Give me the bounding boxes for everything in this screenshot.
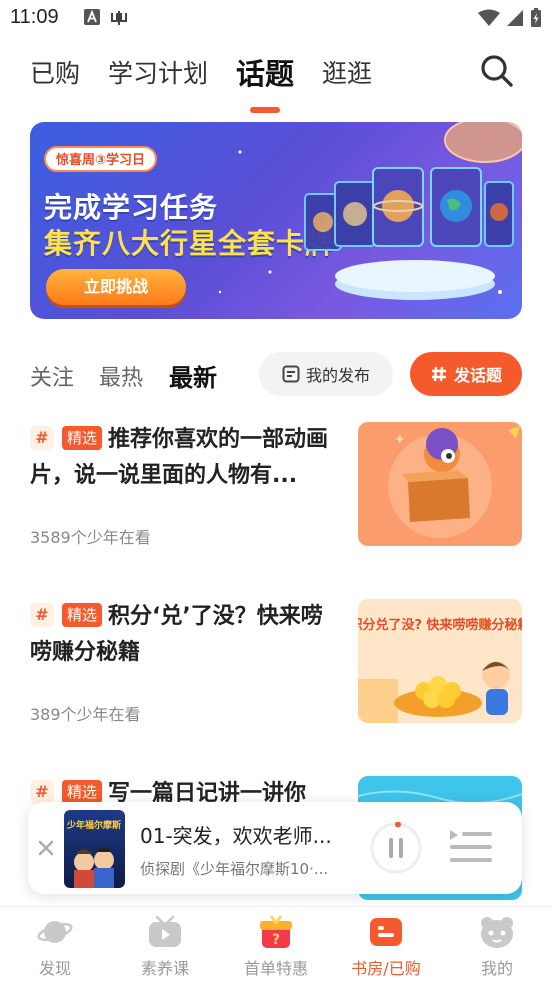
nav-me[interactable]: 我的 [442,915,552,979]
nav-literacy-course[interactable]: 素养课 [110,915,220,979]
top-tabs: 已购 学习计划 话题 逛逛 [30,51,400,113]
notification-a-icon [84,9,100,25]
banner-headline: 完成学习任务 [44,191,219,224]
gift-box-icon: ? [260,915,292,948]
featured-badge: 精选 [62,780,103,804]
banner-event-tag: 惊喜周③学习日 [44,146,158,172]
topic-viewer-count: 389个少年在看 [30,705,141,724]
tab-topics[interactable]: 话题 [236,51,294,113]
close-icon[interactable] [36,838,56,858]
filter-latest[interactable]: 最新 [169,358,217,393]
wifi-icon [478,9,500,26]
promo-banner[interactable]: 惊喜周③学习日 完成学习任务 集齐八大行星全套卡牌 立即挑战 [30,122,522,319]
new-topic-label: 发话题 [453,366,502,385]
tab-study-plan[interactable]: 学习计划 [108,54,208,90]
my-posts-label: 我的发布 [305,366,370,385]
hashtag-icon: # [30,426,54,450]
featured-badge: 精选 [62,603,103,627]
nav-discover[interactable]: 发现 [0,915,110,979]
album-cover-title: 少年福尔摩斯 [66,819,121,831]
my-posts-button[interactable]: 我的发布 [259,352,393,396]
status-time: 11:09 [10,6,59,28]
topic-title: # 精选 推荐你喜欢的一部动画片，说一说里面的人物有... [30,422,340,494]
document-icon [282,365,300,383]
nav-first-order-deal[interactable]: ? 首单特惠 [221,915,331,979]
battery-icon [531,8,541,27]
planet-cards-illustration [304,167,514,300]
topic-title: # 精选 积分‘兑’了没？快来唠唠赚分秘籍 [30,599,340,671]
planet-icon [37,921,73,943]
profile-avatar-icon [481,917,513,948]
topic-filter-bar: 关注 最热 最新 我的发布 发话题 [30,352,522,396]
album-cover-art: 少年福尔摩斯 [66,819,121,888]
search-icon[interactable] [480,54,514,88]
topic-thumbnail-image: ✦ [358,422,522,546]
hashtag-icon: # [30,780,54,804]
album-cover-image[interactable]: 少年福尔摩斯 [64,810,125,888]
status-notification-icons [84,9,128,27]
signal-icon [507,10,523,26]
audio-mini-player[interactable]: 少年福尔摩斯 01-突发，欢欢老师... 侦探剧《少年福尔摩斯10·... [28,802,522,894]
topic-item[interactable]: # 精选 推荐你喜欢的一部动画片，说一说里面的人物有... 3589个少年在看 ✦ [30,422,522,547]
bottom-navigation: 发现 素养课 ? 首单特惠 书房/已购 我的 [0,906,552,981]
nav-label: 书房/已购 [351,959,421,978]
playlist-icon[interactable] [448,826,494,866]
new-topic-button[interactable]: 发话题 [410,352,522,396]
nav-label: 我的 [480,959,513,978]
tv-icon [149,915,181,947]
pause-icon[interactable] [370,822,422,874]
topic-item[interactable]: # 精选 积分‘兑’了没？快来唠唠赚分秘籍 389个少年在看 积分兑了没? 快来唠唠… [30,599,522,724]
topic-viewer-count: 3589个少年在看 [30,528,151,547]
track-title: 01-突发，欢欢老师... [140,824,332,848]
hashtag-icon: # [30,603,54,627]
topic-thumbnail-image: 积分兑了没? 快来唠唠赚分秘籍 [358,599,522,723]
nav-label: 素养课 [140,959,189,978]
tab-purchased[interactable]: 已购 [30,54,80,90]
notification-app-icon [111,11,127,25]
filter-hottest[interactable]: 最热 [99,360,143,392]
track-subtitle: 侦探剧《少年福尔摩斯10·... [140,860,329,878]
tab-browse[interactable]: 逛逛 [322,54,372,90]
nav-label: 首单特惠 [243,959,308,978]
nav-study-room[interactable]: 书房/已购 [331,915,441,979]
svg-text:✦: ✦ [394,432,406,448]
filter-following[interactable]: 关注 [30,360,74,392]
svg-text:?: ? [272,932,280,948]
topic-thumbnail-text: 积分兑了没? 快来唠唠赚分秘籍 [358,617,522,633]
hashtag-icon [431,366,446,382]
status-bar: 11:09 [0,0,552,40]
banner-challenge-button[interactable]: 立即挑战 [46,269,186,305]
nav-label: 发现 [38,959,71,978]
status-system-icons [478,8,542,28]
bookshelf-icon [370,918,402,946]
featured-badge: 精选 [62,426,103,450]
